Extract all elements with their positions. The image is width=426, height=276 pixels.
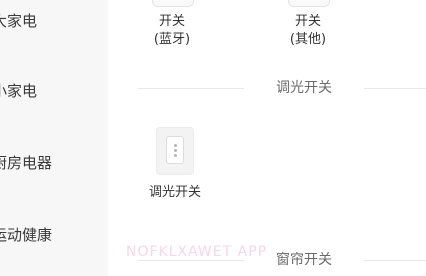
device-label: 调光开关 <box>148 185 201 200</box>
device-switch-other[interactable]: 开关 (其他) <box>278 0 338 50</box>
sidebar-item-major-appliances[interactable]: 大家电 <box>0 0 108 40</box>
app-window: 大家电 小家电 厨房电器 运动健康 开关 (蓝牙) 开关 (其他) 调光开关 <box>0 0 426 276</box>
device-switch-bluetooth[interactable]: 开关 (蓝牙) <box>142 0 202 50</box>
dimmer-switch-icon <box>156 127 194 175</box>
device-list: 开关 (蓝牙) 开关 (其他) 调光开关 调光开关 NOFKLXAWET APP… <box>108 0 426 276</box>
device-label-line2: (其他) <box>289 32 327 47</box>
device-label-line2: (蓝牙) <box>153 32 191 47</box>
device-label-line1: 开关 <box>158 14 185 29</box>
sidebar-item-label: 小家电 <box>0 81 38 100</box>
section-header-dimmer: 调光开关 <box>108 78 426 98</box>
sidebar-item-small-appliances[interactable]: 小家电 <box>0 70 108 110</box>
divider <box>364 88 426 89</box>
divider <box>138 88 244 89</box>
sidebar-item-label: 大家电 <box>0 11 38 30</box>
switch-icon <box>288 0 330 7</box>
section-title: 调光开关 <box>276 80 332 96</box>
switch-plate <box>166 136 184 164</box>
switch-icon <box>152 0 194 7</box>
sidebar-item-kitchen-appliances[interactable]: 厨房电器 <box>0 142 108 182</box>
sidebar-item-sports-health[interactable]: 运动健康 <box>0 214 108 254</box>
divider <box>364 260 426 261</box>
device-label-line1: 开关 <box>294 14 321 29</box>
sidebar-item-label: 运动健康 <box>0 225 53 244</box>
category-sidebar: 大家电 小家电 厨房电器 运动健康 <box>0 0 108 276</box>
section-title: 窗帘开关 <box>276 252 332 268</box>
sidebar-item-label: 厨房电器 <box>0 153 53 172</box>
section-header-curtain: 窗帘开关 <box>108 250 426 270</box>
divider <box>138 260 244 261</box>
